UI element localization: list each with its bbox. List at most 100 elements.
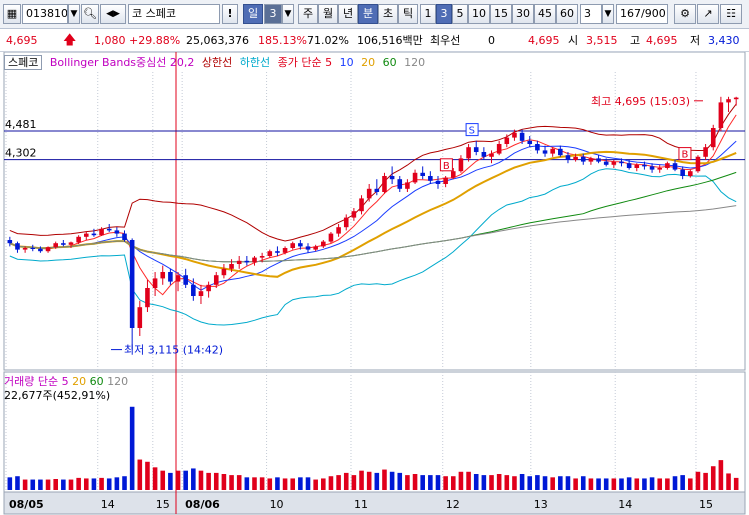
candle-body xyxy=(206,284,211,292)
volume-bar xyxy=(236,475,242,490)
prev-next-icon[interactable]: ◀▶ xyxy=(100,4,126,24)
volume-bar xyxy=(374,472,380,490)
volume-bar xyxy=(45,479,51,490)
volume-bar xyxy=(573,478,578,490)
volume-bar xyxy=(175,470,181,490)
candle-body xyxy=(458,158,464,172)
volume-bar xyxy=(558,476,563,490)
candle-body xyxy=(688,171,693,176)
open-value: 3,515 xyxy=(586,34,618,47)
time-tick-label: 13 xyxy=(534,498,548,511)
volume-bar xyxy=(611,478,617,490)
volume-bar xyxy=(703,472,708,490)
drawing-tools-icon[interactable]: ↗ xyxy=(697,4,719,24)
period-tick-button[interactable]: 틱 xyxy=(398,4,418,24)
indicator-settings-icon[interactable]: ⚙ xyxy=(674,4,696,24)
candle-body xyxy=(435,180,441,184)
alert-button[interactable]: ! xyxy=(222,4,238,24)
interval-button-60[interactable]: 60 xyxy=(556,4,578,24)
chart-toolbar: ▦ 013810 ▼ 🔍︎ ◀▶ 코 스페코 ! 일 3 ▼ 주 월 년 분 초… xyxy=(0,0,749,29)
volume-bar xyxy=(466,471,471,490)
time-tick-label: 15 xyxy=(699,498,713,511)
low-label: 저 xyxy=(690,34,701,47)
candle-body xyxy=(91,233,97,236)
candle-body xyxy=(99,228,104,236)
turnover-rate: 71.02% xyxy=(307,34,349,47)
volume-bar xyxy=(458,471,464,490)
period-count-field[interactable]: 3 xyxy=(264,4,282,24)
candle-body xyxy=(343,217,349,228)
volume-bar xyxy=(198,470,204,490)
volume-bar xyxy=(596,478,601,490)
interval-button-1[interactable]: 1 xyxy=(420,4,436,24)
candle-body xyxy=(160,272,166,279)
candle-body xyxy=(466,147,471,159)
candle-body xyxy=(428,176,433,181)
open-label: 시 xyxy=(568,34,579,47)
price-volume-chart[interactable]: 4,481 4,302 S B B 최고 4,695 (15:03) 최저 3,115 … xyxy=(0,52,749,515)
volume-bar xyxy=(382,469,387,490)
volume-ratio: 185.13% xyxy=(258,34,307,47)
view-counter-field[interactable]: 167/900 xyxy=(616,4,668,24)
interval-button-5[interactable]: 5 xyxy=(452,4,468,24)
volume-bar xyxy=(412,474,418,490)
volume-bar xyxy=(565,476,571,490)
signal-marker-label: B xyxy=(681,150,688,161)
interval-button-3[interactable]: 3 xyxy=(436,4,452,24)
legend-ma120: 120 xyxy=(404,56,426,69)
volume-bar xyxy=(512,476,517,490)
volume-bar xyxy=(389,471,395,490)
volume-bar xyxy=(290,478,296,490)
candle-body xyxy=(183,275,188,285)
candle-body xyxy=(366,188,372,199)
interval-button-15[interactable]: 15 xyxy=(490,4,512,24)
candle-body xyxy=(535,144,540,151)
period-month-button[interactable]: 월 xyxy=(318,4,338,24)
interval-select[interactable]: 3 xyxy=(580,4,602,24)
interval-button-30[interactable]: 30 xyxy=(512,4,534,24)
price-legend: 스페코 Bollinger Bands중심선 20,2 상한선 하한선 종가 단… xyxy=(4,55,429,71)
volume-bar xyxy=(481,475,487,490)
interval-button-10[interactable]: 10 xyxy=(468,4,490,24)
volume-bar xyxy=(321,478,326,490)
candle-body xyxy=(382,176,387,192)
legend-stock-name[interactable]: 스페코 xyxy=(4,55,43,70)
volume-current: 22,677주(452,91%) xyxy=(4,389,111,402)
candle-body xyxy=(504,137,510,144)
candle-body xyxy=(596,158,601,162)
candle-body xyxy=(22,248,28,250)
volume-bar xyxy=(259,477,265,490)
period-second-button[interactable]: 초 xyxy=(378,4,398,24)
volume-bar xyxy=(343,472,349,490)
signal-marker-label: B xyxy=(443,161,450,172)
candle-body xyxy=(137,307,143,328)
candle-body xyxy=(405,182,410,189)
stock-name-field[interactable]: 코 스페코 xyxy=(128,4,220,24)
volume-bar xyxy=(351,475,357,490)
chart-menu-icon[interactable]: ▦ xyxy=(3,4,21,24)
interval-select-dropdown-icon[interactable]: ▼ xyxy=(602,4,614,24)
volume-bar xyxy=(106,478,112,490)
interval-button-45[interactable]: 45 xyxy=(534,4,556,24)
candle-body xyxy=(213,275,219,285)
candle-body xyxy=(305,246,311,250)
candle-body xyxy=(45,247,51,252)
volume-bar xyxy=(665,478,670,490)
candle-body xyxy=(129,240,135,328)
chart-options-icon[interactable]: ☷ xyxy=(720,4,742,24)
candle-body xyxy=(114,230,120,234)
search-icon[interactable]: 🔍︎ xyxy=(81,4,99,24)
price-change-percent: +29.88% xyxy=(129,34,181,47)
period-count-dropdown-icon[interactable]: ▼ xyxy=(282,4,294,24)
volume-bar xyxy=(527,476,533,490)
volume-bar xyxy=(405,475,410,490)
volume-bar xyxy=(229,475,234,490)
volume-bar xyxy=(298,477,303,490)
stock-code-dropdown-icon[interactable]: ▼ xyxy=(68,4,80,24)
period-year-button[interactable]: 년 xyxy=(338,4,358,24)
period-minute-button[interactable]: 분 xyxy=(358,4,378,24)
period-day-button[interactable]: 일 xyxy=(243,4,263,24)
candle-body xyxy=(588,158,594,162)
period-week-button[interactable]: 주 xyxy=(298,4,318,24)
stock-code-input[interactable]: 013810 xyxy=(22,4,68,24)
